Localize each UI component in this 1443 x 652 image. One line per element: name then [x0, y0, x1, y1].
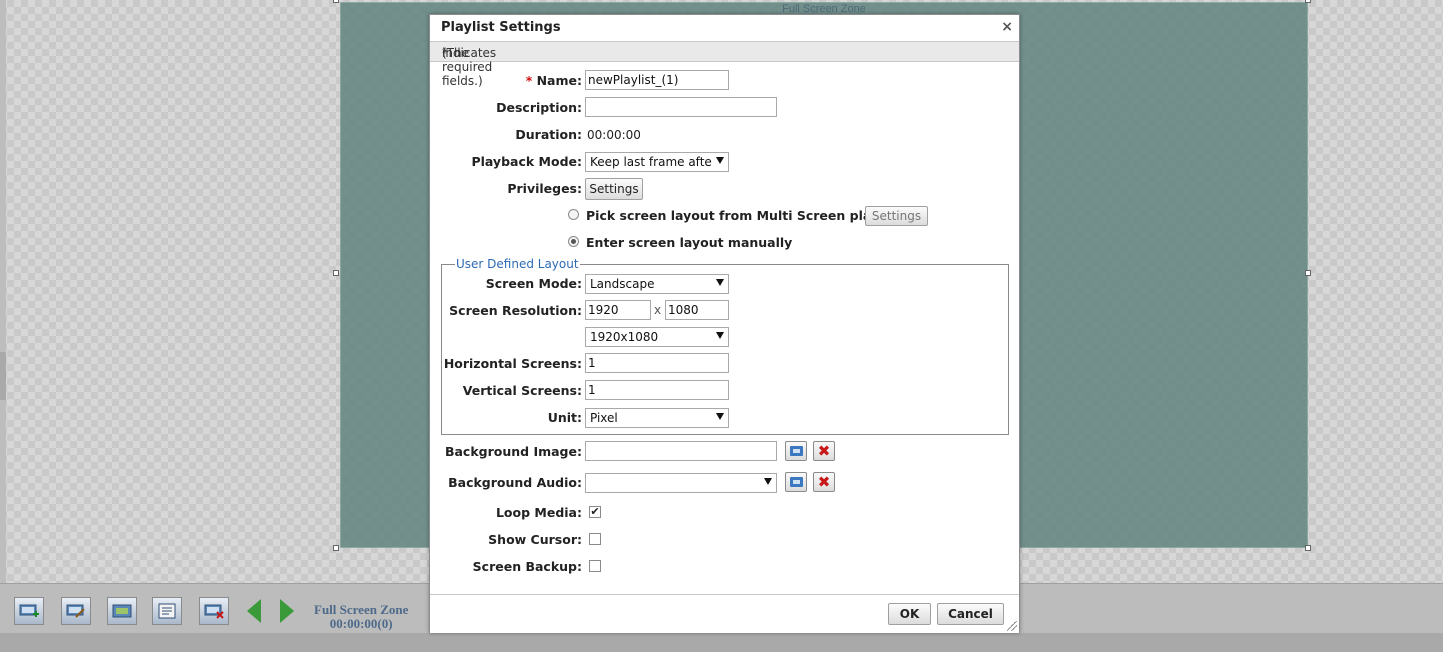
user-defined-layout-group: User Defined Layout Screen Mode: Landsca… [441, 257, 1009, 435]
chevron-down-icon [764, 478, 772, 485]
zone-properties-icon [158, 603, 176, 619]
resize-handle-ml[interactable] [333, 270, 339, 276]
chevron-down-icon [716, 413, 724, 420]
delete-zone-button[interactable] [199, 597, 229, 625]
horizontal-screens-label: Horizontal Screens: [443, 356, 582, 371]
chevron-down-icon [716, 279, 724, 286]
browse-folder-icon [790, 446, 803, 456]
browse-audio-button[interactable] [785, 472, 807, 492]
playback-mode-select[interactable]: Keep last frame afte [585, 152, 729, 172]
pick-layout-label[interactable]: Pick screen layout from Multi Screen pla… [586, 208, 894, 223]
clear-audio-button[interactable]: ✖ [813, 472, 835, 492]
clear-image-button[interactable]: ✖ [813, 441, 835, 461]
resize-grip-icon[interactable] [1007, 621, 1017, 631]
show-cursor-label: Show Cursor: [488, 532, 582, 547]
resolution-preset-value: 1920x1080 [590, 330, 659, 344]
resolution-separator: x [654, 303, 662, 317]
previous-arrow-icon[interactable] [247, 599, 261, 623]
cancel-button[interactable]: Cancel [937, 603, 1004, 625]
close-icon[interactable]: × [1001, 20, 1013, 34]
left-edge-strip [0, 0, 6, 652]
name-label-text: Name: [536, 73, 582, 88]
horizontal-screens-input[interactable]: 1 [585, 353, 729, 373]
resize-handle-bl[interactable] [333, 545, 339, 551]
edit-zone-button[interactable] [61, 597, 91, 625]
chevron-down-icon [716, 157, 724, 164]
required-note: (The * indicates required fields.) [430, 41, 1019, 88]
manual-layout-label[interactable]: Enter screen layout manually [586, 235, 792, 250]
zone-info-duration: 00:00:00(0) [329, 616, 393, 631]
resolution-width-input[interactable]: 1920 [585, 300, 651, 320]
resize-handle-mr[interactable] [1305, 270, 1311, 276]
multi-screen-settings-button[interactable]: Settings [865, 206, 928, 226]
screen-resolution-label: Screen Resolution: [449, 303, 582, 318]
user-defined-layout-legend: User Defined Layout [455, 257, 580, 271]
required-star: * [525, 73, 533, 88]
dialog-titlebar[interactable]: Playlist Settings × [430, 15, 1019, 41]
left-edge-handle[interactable] [0, 352, 6, 400]
name-input[interactable]: newPlaylist_(1) [585, 70, 729, 90]
screen-mode-value: Landscape [590, 277, 655, 291]
unit-label: Unit: [547, 410, 582, 425]
manual-layout-radio[interactable] [568, 236, 579, 247]
dialog-footer: OK Cancel [430, 594, 1019, 633]
vertical-screens-input[interactable]: 1 [585, 380, 729, 400]
note-suffix: indicates required fields.) [442, 46, 497, 88]
pick-layout-radio[interactable] [568, 209, 579, 220]
delete-x-icon: ✖ [817, 473, 831, 491]
screen-backup-checkbox[interactable] [589, 560, 601, 572]
background-image-label: Background Image: [444, 444, 582, 459]
playback-mode-value: Keep last frame afte [590, 155, 712, 169]
duration-label: Duration: [515, 127, 582, 142]
add-zone-button[interactable] [14, 597, 44, 625]
delete-x-icon: ✖ [817, 442, 831, 460]
background-audio-select[interactable] [585, 473, 777, 493]
resize-handle-tr[interactable] [1305, 0, 1311, 3]
description-input[interactable] [585, 97, 777, 117]
screen-mode-label: Screen Mode: [485, 276, 582, 291]
delete-zone-icon [204, 604, 224, 619]
browse-image-button[interactable] [785, 441, 807, 461]
privileges-label: Privileges: [507, 181, 582, 196]
resize-handle-br[interactable] [1305, 545, 1311, 551]
screen-mode-select[interactable]: Landscape [585, 274, 729, 294]
resolution-preset-select[interactable]: 1920x1080 [585, 327, 729, 347]
zone-properties-button[interactable] [152, 597, 182, 625]
add-zone-icon [19, 604, 39, 617]
zone-info-name: Full Screen Zone [314, 602, 409, 617]
status-bar [0, 633, 1443, 652]
name-label: * Name: [526, 73, 582, 88]
dialog-title: Playlist Settings [441, 20, 561, 35]
resolution-height-input[interactable]: 1080 [665, 300, 729, 320]
loop-media-checkbox[interactable]: ✔ [589, 506, 601, 518]
unit-select[interactable]: Pixel [585, 408, 729, 428]
playback-mode-label: Playback Mode: [471, 154, 582, 169]
ok-button[interactable]: OK [888, 603, 931, 625]
privileges-settings-button[interactable]: Settings [585, 178, 643, 200]
screen-backup-label: Screen Backup: [472, 559, 582, 574]
playlist-settings-dialog: Playlist Settings × (The * indicates req… [429, 14, 1020, 633]
loop-media-label: Loop Media: [495, 505, 582, 520]
show-cursor-checkbox[interactable] [589, 533, 601, 545]
background-image-input[interactable] [585, 441, 777, 461]
description-label: Description: [496, 100, 582, 115]
add-media-icon [112, 604, 132, 618]
edit-zone-icon [66, 604, 85, 618]
next-arrow-icon[interactable] [280, 599, 294, 623]
zone-info: Full Screen Zone 00:00:00(0) [314, 603, 408, 631]
resize-handle-tl[interactable] [333, 0, 339, 3]
vertical-screens-label: Vertical Screens: [462, 383, 582, 398]
add-media-button[interactable] [107, 597, 137, 625]
unit-value: Pixel [590, 411, 618, 425]
background-audio-label: Background Audio: [448, 475, 582, 490]
chevron-down-icon [716, 332, 724, 339]
browse-folder-icon [790, 477, 803, 487]
duration-value: 00:00:00 [587, 128, 641, 142]
